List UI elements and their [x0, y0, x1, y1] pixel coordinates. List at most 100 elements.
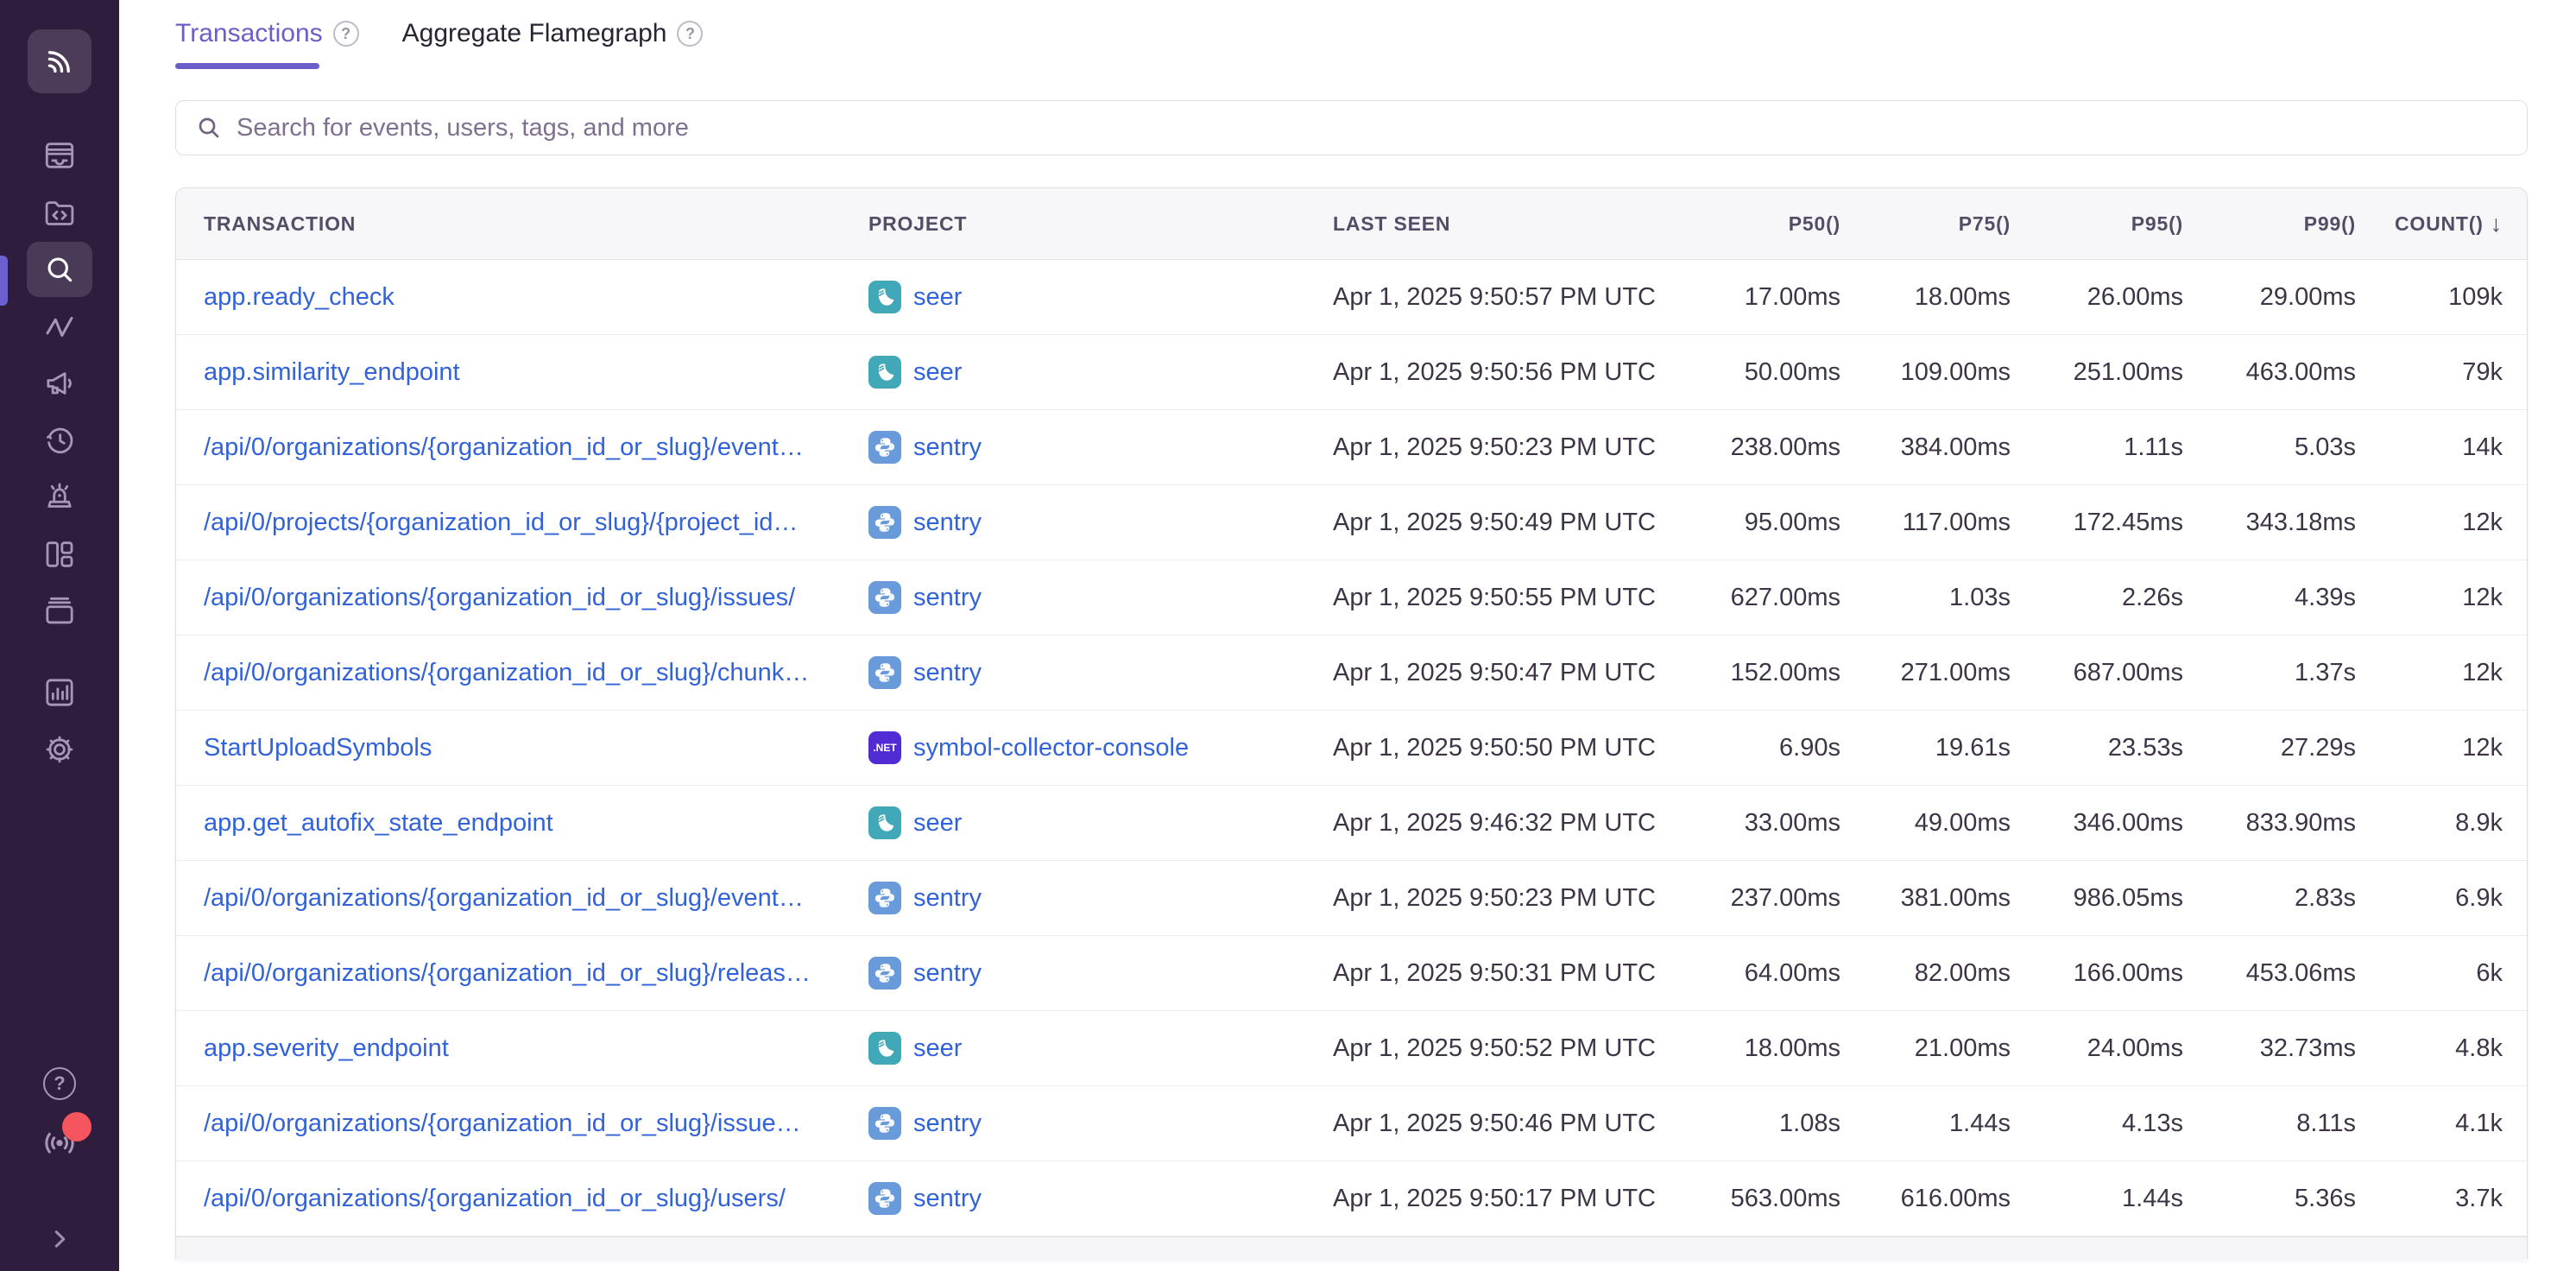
project-link[interactable]: sentry	[913, 1185, 982, 1213]
project-link[interactable]: sentry	[913, 659, 982, 687]
project-link[interactable]: seer	[913, 283, 962, 312]
transaction-link[interactable]: /api/0/organizations/{organization_id_or…	[204, 584, 795, 612]
column-header-p99[interactable]: P99()	[2183, 212, 2356, 236]
transaction-link[interactable]: /api/0/organizations/{organization_id_or…	[204, 659, 809, 687]
count-cell: 8.9k	[2356, 809, 2527, 838]
transaction-cell: StartUploadSymbols	[176, 734, 841, 762]
p95-cell: 986.05ms	[2011, 884, 2183, 913]
transactions-table: TRANSACTION PROJECT LAST SEENP50() P75()P95…	[175, 187, 2528, 1259]
column-header-p75[interactable]: P75()	[1840, 212, 2011, 236]
table-row: /api/0/organizations/{organization_id_or…	[176, 1086, 2527, 1161]
tab-transactions-help-icon[interactable]: ?	[333, 21, 359, 47]
p50-cell: 6.90s	[1702, 734, 1840, 762]
search-icon	[195, 114, 223, 142]
python-icon	[872, 585, 898, 610]
whats-new-button[interactable]	[40, 1122, 79, 1167]
tab-transactions[interactable]: Transactions ?	[175, 19, 359, 74]
project-icon	[868, 656, 901, 689]
active-nav-indicator	[0, 256, 8, 306]
project-cell: seer	[841, 356, 1305, 389]
sidebar-item-releases[interactable]	[27, 584, 92, 639]
project-link[interactable]: sentry	[913, 1110, 982, 1138]
p75-cell: 1.44s	[1840, 1110, 2011, 1138]
sidebar-item-dashboards[interactable]	[27, 527, 92, 582]
transaction-link[interactable]: /api/0/organizations/{organization_id_or…	[204, 1110, 801, 1138]
project-link[interactable]: seer	[913, 1034, 962, 1063]
project-link[interactable]: sentry	[913, 509, 982, 537]
sidebar-item-explore[interactable]	[27, 185, 92, 240]
chevron-right-icon	[44, 1224, 75, 1255]
project-link[interactable]: sentry	[913, 959, 982, 988]
sidebar-item-alerts[interactable]	[27, 470, 92, 525]
column-header-label: P75()	[1959, 212, 2011, 236]
p99-cell: 833.90ms	[2183, 809, 2356, 838]
count-cell: 12k	[2356, 509, 2527, 537]
project-link[interactable]: sentry	[913, 433, 982, 462]
project-link[interactable]: symbol-collector-console	[913, 734, 1189, 762]
sidebar-item-feedback[interactable]	[27, 356, 92, 411]
tab-aggregate-flamegraph-label: Aggregate Flamegraph	[402, 19, 667, 48]
column-header-project[interactable]: PROJECT	[841, 212, 1305, 236]
transaction-link[interactable]: /api/0/organizations/{organization_id_or…	[204, 884, 804, 913]
table-body: app.ready_check seer Apr 1, 2025 9:50:57…	[176, 260, 2527, 1236]
transaction-link[interactable]: app.get_autofix_state_endpoint	[204, 809, 553, 838]
sidebar: ?	[0, 0, 119, 1271]
sidebar-item-settings[interactable]	[27, 722, 92, 777]
last-seen-cell: Apr 1, 2025 9:50:17 PM UTC	[1305, 1185, 1702, 1213]
zigzag-icon	[41, 308, 78, 345]
column-header-p50[interactable]: P50()	[1702, 212, 1840, 236]
transaction-link[interactable]: /api/0/organizations/{organization_id_or…	[204, 1185, 786, 1213]
sidebar-item-traces[interactable]	[27, 299, 92, 354]
project-icon	[868, 957, 901, 990]
column-header-lastseen[interactable]: LAST SEEN	[1305, 212, 1702, 236]
project-link[interactable]: sentry	[913, 884, 982, 913]
python-icon	[872, 1110, 898, 1136]
p50-cell: 237.00ms	[1702, 884, 1840, 913]
sidebar-item-issues[interactable]	[27, 128, 92, 183]
p99-cell: 5.03s	[2183, 433, 2356, 462]
sort-desc-icon: ↓	[2491, 211, 2503, 237]
column-header-label: PROJECT	[868, 212, 967, 236]
p75-cell: 18.00ms	[1840, 283, 2011, 312]
notification-dot	[62, 1112, 92, 1141]
column-header-p95[interactable]: P95()	[2011, 212, 2183, 236]
tab-aggregate-flamegraph-help-icon[interactable]: ?	[677, 21, 703, 47]
project-cell: sentry	[841, 1107, 1305, 1140]
sidebar-item-search[interactable]	[27, 242, 92, 297]
transaction-link[interactable]: StartUploadSymbols	[204, 734, 432, 762]
transaction-link[interactable]: app.similarity_endpoint	[204, 358, 460, 387]
python-icon	[872, 885, 898, 911]
project-link[interactable]: sentry	[913, 584, 982, 612]
board-icon	[41, 536, 78, 572]
sentry-logo[interactable]	[28, 29, 92, 93]
project-link[interactable]: seer	[913, 809, 962, 838]
p99-cell: 343.18ms	[2183, 509, 2356, 537]
project-cell: seer	[841, 1032, 1305, 1065]
p99-cell: 32.73ms	[2183, 1034, 2356, 1063]
search-input[interactable]	[237, 114, 2508, 142]
p95-cell: 1.11s	[2011, 433, 2183, 462]
tab-aggregate-flamegraph[interactable]: Aggregate Flamegraph ?	[402, 19, 704, 74]
p50-cell: 238.00ms	[1702, 433, 1840, 462]
table-row: /api/0/organizations/{organization_id_or…	[176, 636, 2527, 711]
seer-icon	[872, 1035, 898, 1061]
p75-cell: 49.00ms	[1840, 809, 2011, 838]
tab-bar: Transactions ? Aggregate Flamegraph ?	[175, 19, 2576, 88]
sidebar-item-replays[interactable]	[27, 413, 92, 468]
help-icon[interactable]: ?	[43, 1067, 76, 1100]
transaction-link[interactable]: app.severity_endpoint	[204, 1034, 449, 1063]
project-link[interactable]: seer	[913, 358, 962, 387]
p50-cell: 95.00ms	[1702, 509, 1840, 537]
sidebar-expand-button[interactable]	[44, 1224, 75, 1259]
transaction-link[interactable]: app.ready_check	[204, 283, 395, 312]
p99-cell: 1.37s	[2183, 659, 2356, 687]
transaction-link[interactable]: /api/0/projects/{organization_id_or_slug…	[204, 509, 798, 537]
column-header-count[interactable]: COUNT()↓	[2356, 211, 2527, 237]
transaction-link[interactable]: /api/0/organizations/{organization_id_or…	[204, 959, 811, 988]
project-icon	[868, 506, 901, 539]
table-row: /api/0/projects/{organization_id_or_slug…	[176, 485, 2527, 560]
column-header-transaction[interactable]: TRANSACTION	[176, 212, 841, 236]
transaction-cell: /api/0/organizations/{organization_id_or…	[176, 959, 841, 988]
sidebar-item-stats[interactable]	[27, 665, 92, 720]
transaction-link[interactable]: /api/0/organizations/{organization_id_or…	[204, 433, 804, 462]
